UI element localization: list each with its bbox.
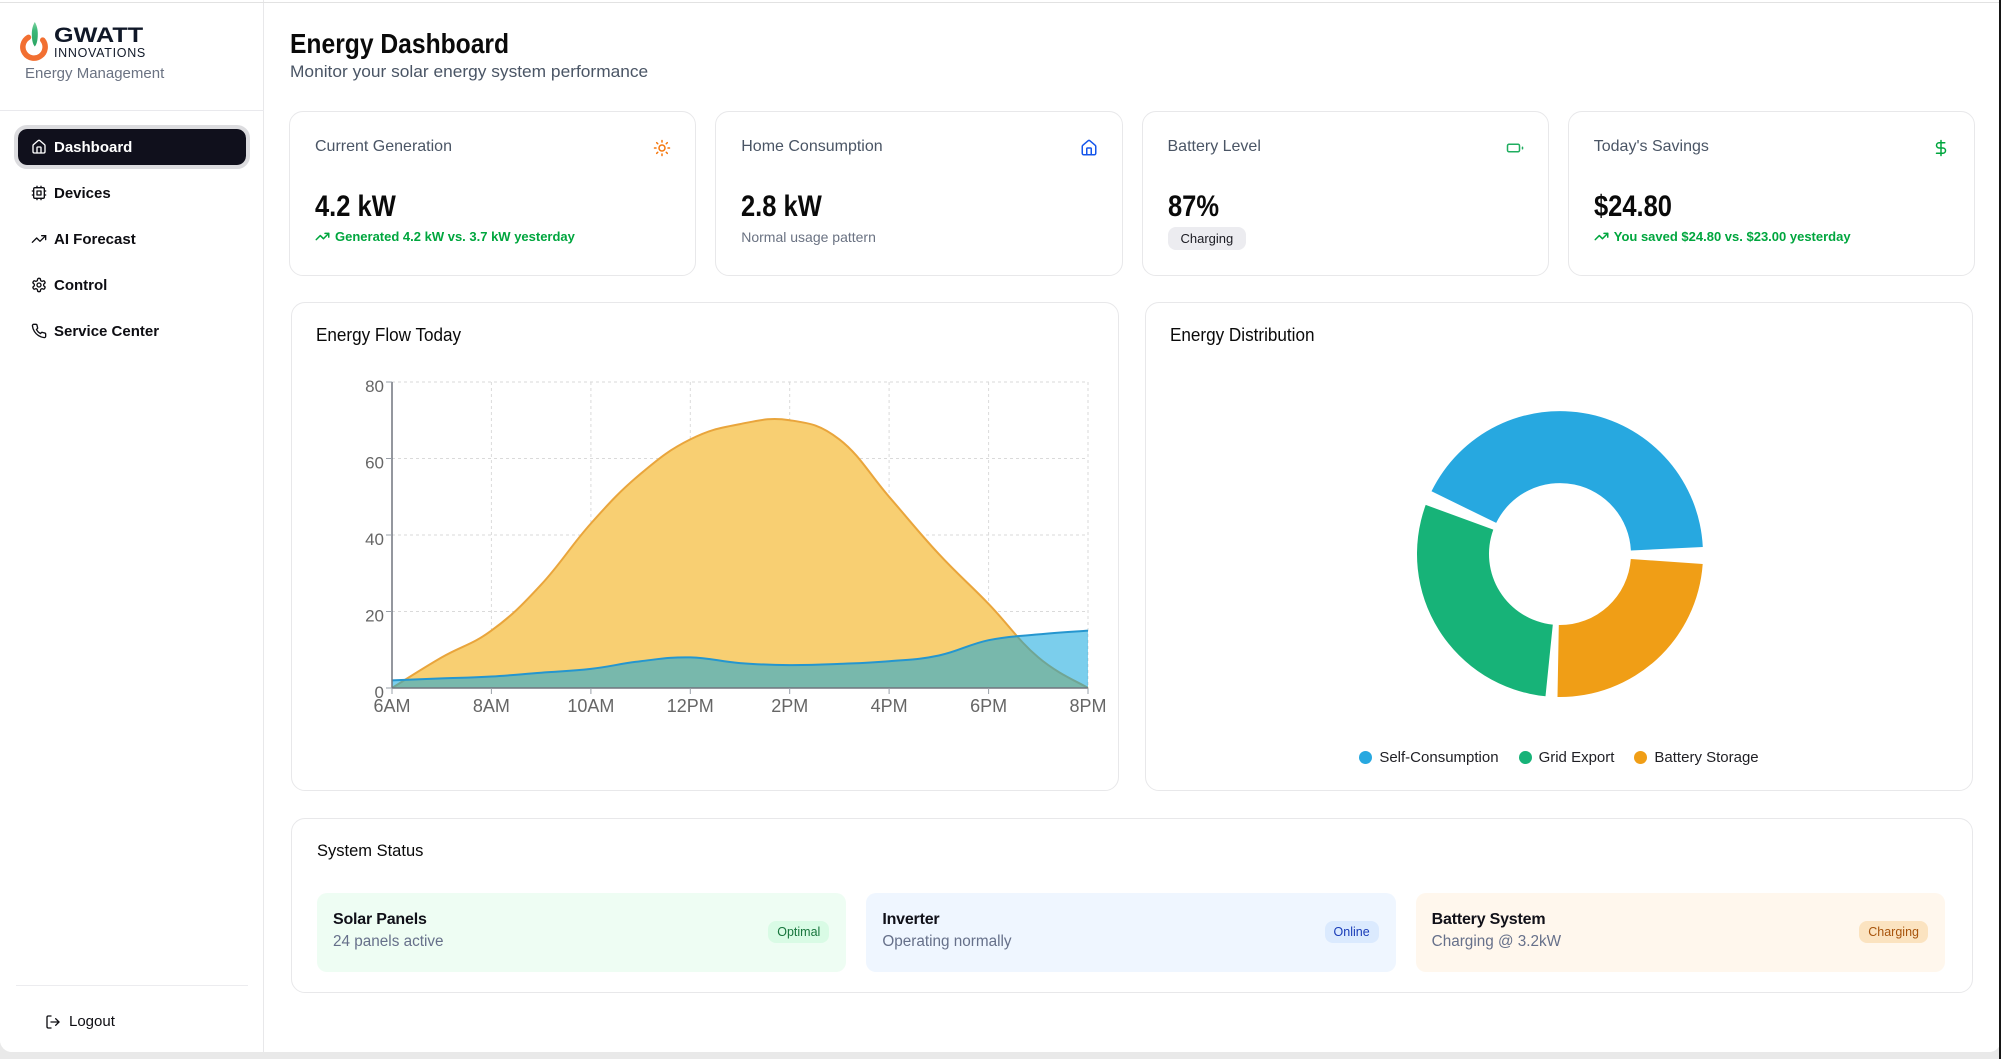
svg-text:40: 40 bbox=[365, 530, 384, 549]
svg-text:4PM: 4PM bbox=[871, 696, 908, 716]
svg-text:6PM: 6PM bbox=[970, 696, 1007, 716]
svg-text:10AM: 10AM bbox=[567, 696, 614, 716]
svg-text:12PM: 12PM bbox=[667, 696, 714, 716]
svg-text:60: 60 bbox=[365, 454, 384, 473]
svg-text:8AM: 8AM bbox=[473, 696, 510, 716]
svg-text:8PM: 8PM bbox=[1069, 696, 1106, 716]
svg-text:80: 80 bbox=[365, 377, 384, 396]
svg-text:2PM: 2PM bbox=[771, 696, 808, 716]
svg-text:20: 20 bbox=[365, 607, 384, 626]
svg-text:6AM: 6AM bbox=[373, 696, 410, 716]
